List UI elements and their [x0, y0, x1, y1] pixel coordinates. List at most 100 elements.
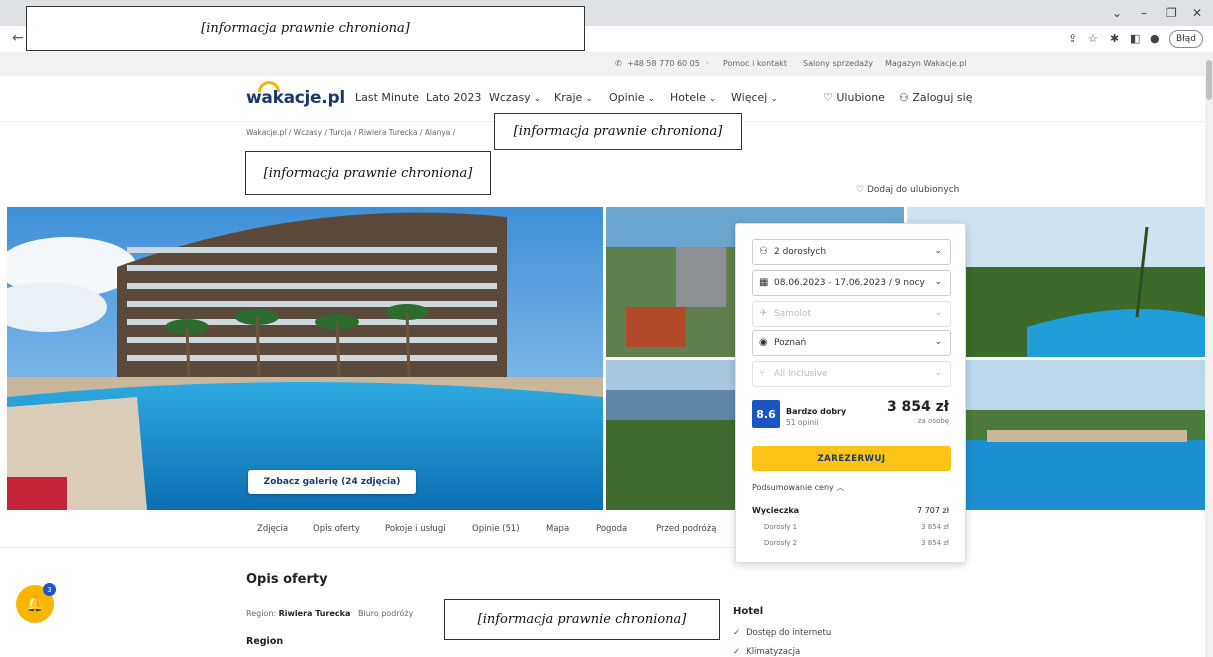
nav-hotele-label: Hotele: [670, 91, 706, 104]
rating-score: 8.6: [752, 400, 780, 428]
amenity-label: Klimatyzacja: [746, 647, 801, 657]
board-value: All Inclusive: [774, 369, 828, 379]
region-value: Riwiera Turecka: [278, 609, 351, 618]
profile-icon[interactable]: ●: [1150, 32, 1160, 45]
heart-icon: ♡: [856, 185, 867, 195]
nav-hotele[interactable]: Hotele ⌄: [670, 91, 716, 104]
maximize-icon[interactable]: ❐: [1166, 6, 1177, 20]
back-arrow-icon[interactable]: ←: [12, 30, 24, 46]
site-logo[interactable]: wakacje.pl: [246, 88, 345, 108]
tab-pokoje[interactable]: Pokoje i usługi: [385, 524, 446, 534]
tab-list-chevron-icon[interactable]: ⌄: [1112, 6, 1122, 20]
nav-wiecej[interactable]: Więcej ⌄: [731, 91, 778, 104]
redacted-body: [informacja prawnie chroniona]: [444, 599, 720, 640]
nav-wczasy-label: Wczasy: [489, 91, 531, 104]
dates-select[interactable]: ▦ 08.06.2023 - 17.06.2023 / 9 nocy ⌄: [752, 270, 951, 296]
chevron-down-icon: ⌄: [708, 94, 717, 104]
persons-select[interactable]: ⚇ 2 dorosłych ⌄: [752, 239, 951, 265]
tab-zdjecia[interactable]: Zdjęcia: [257, 524, 288, 534]
nav-opinie[interactable]: Opinie ⌄: [609, 91, 655, 104]
star-icon[interactable]: ☆: [1088, 32, 1098, 45]
calendar-icon: ▦: [759, 277, 769, 288]
region-label: Region:: [246, 609, 277, 618]
redacted-block: [informacja prawnie chroniona]: [26, 6, 585, 51]
chevron-down-icon: ⌄: [934, 337, 942, 347]
close-icon[interactable]: ✕: [1192, 6, 1202, 20]
nav-opinie-label: Opinie: [609, 91, 645, 104]
tab-przed-podroza[interactable]: Przed podróżą: [656, 524, 716, 534]
chevron-up-icon: ︿: [836, 483, 845, 492]
nav-favorites[interactable]: ♡ Ulubione: [823, 91, 885, 104]
phone-icon: ✆: [615, 59, 622, 68]
dates-value: 08.06.2023 - 17.06.2023 / 9 nocy: [774, 278, 925, 288]
nav-lato-2023[interactable]: Lato 2023: [426, 91, 481, 104]
transport-select: ✈ Samolot ⌄: [752, 301, 951, 327]
scrollbar[interactable]: [1205, 52, 1213, 657]
adult1-price: 3 854 zł: [921, 523, 949, 531]
magazine-link[interactable]: Magazyn Wakacje.pl: [885, 59, 966, 68]
redacted-breadcrumb: [informacja prawnie chroniona]: [494, 113, 742, 150]
booking-panel: ⚇ 2 dorosłych ⌄ ▦ 08.06.2023 - 17.06.202…: [735, 223, 966, 563]
nav-kraje[interactable]: Kraje ⌄: [554, 91, 593, 104]
chevron-down-icon: ⌄: [533, 94, 542, 104]
scrollbar-thumb[interactable]: [1206, 60, 1212, 100]
chevron-down-icon: ⌄: [647, 94, 656, 104]
amenity-item: ✓ Klimatyzacja: [733, 647, 800, 657]
minimize-icon[interactable]: –: [1141, 6, 1147, 20]
chevron-down-icon: ⌄: [934, 308, 942, 318]
tab-pogoda[interactable]: Pogoda: [596, 524, 627, 534]
stores-link[interactable]: Salony sprzedaży: [803, 59, 873, 68]
rating-label: Bardzo dobry: [786, 407, 847, 416]
adult1-label: Dorosły 1: [764, 523, 798, 531]
region-heading: Region: [246, 636, 284, 647]
extensions-icon[interactable]: ✱: [1110, 32, 1119, 45]
tab-mapa[interactable]: Mapa: [546, 524, 569, 534]
nav-wczasy[interactable]: Wczasy ⌄: [489, 91, 541, 104]
persons-value: 2 dorosłych: [774, 247, 827, 257]
transport-value: Samolot: [774, 309, 812, 319]
rating-count[interactable]: 51 opinii: [786, 418, 818, 427]
gallery-button[interactable]: Zobacz galerię (24 zdjęcia): [248, 470, 416, 494]
nav-favorites-label: Ulubione: [836, 91, 885, 104]
photo-gallery[interactable]: [7, 207, 1206, 510]
chevron-down-icon: ⌄: [585, 94, 593, 104]
chevron-down-icon: ⌄: [934, 246, 942, 256]
error-pill[interactable]: Błąd: [1169, 30, 1203, 48]
sidepanel-icon[interactable]: ◧: [1130, 32, 1140, 45]
add-to-favorites-label: Dodaj do ulubionych: [866, 185, 960, 195]
price: 3 854 zł: [886, 399, 949, 415]
chevron-down-icon: ⌄: [934, 368, 942, 378]
tab-opis-oferty[interactable]: Opis oferty: [313, 524, 360, 534]
adult2-price: 3 854 zł: [921, 539, 949, 547]
book-button[interactable]: ZAREZERWUJ: [752, 446, 951, 471]
phone-number[interactable]: +48 58 770 60 05: [627, 59, 700, 68]
nav-login[interactable]: ⚇ Zaloguj się: [899, 91, 972, 104]
price-summary-toggle[interactable]: Podsumowanie ceny ︿: [752, 482, 844, 493]
chevron-down-icon: ⌄: [934, 277, 942, 287]
price-summary-label: Podsumowanie ceny: [752, 483, 834, 492]
adult2-label: Dorosły 2: [764, 539, 798, 547]
trip-total: 7 707 zł: [917, 506, 949, 515]
breadcrumb[interactable]: Wakacje.pl / Wczasy / Turcja / Riwiera T…: [246, 128, 455, 137]
nav-last-minute[interactable]: Last Minute: [355, 91, 419, 104]
nav-login-label: Zaloguj się: [912, 91, 973, 104]
trip-label: Wycieczka: [752, 506, 800, 515]
user-icon: ⚇: [899, 91, 913, 104]
check-icon: ✓: [733, 647, 741, 657]
price-per-person: za osobę: [917, 417, 949, 425]
gallery-main-photo[interactable]: [7, 207, 603, 510]
separator: ·: [706, 59, 709, 68]
add-to-favorites[interactable]: ♡ Dodaj do ulubionych: [856, 185, 959, 195]
departure-select[interactable]: ◉ Poznań ⌄: [752, 330, 951, 356]
check-icon: ✓: [733, 628, 741, 638]
notification-badge: 3: [43, 583, 56, 596]
utility-bar: ✆ +48 58 770 60 05 · Pomoc i kontakt Sal…: [0, 52, 1213, 76]
share-icon[interactable]: ⇪: [1068, 32, 1077, 45]
user-icon: ⚇: [759, 246, 768, 257]
amenity-label: Dostęp do internetu: [746, 628, 832, 638]
tab-opinie[interactable]: Opinie (51): [472, 524, 520, 534]
help-link[interactable]: Pomoc i kontakt: [723, 59, 787, 68]
amenity-item: ✓ Dostęp do internetu: [733, 628, 831, 638]
region-line: Region: Riwiera Turecka Biuro podróży: [246, 609, 413, 618]
heart-icon: ♡: [823, 91, 837, 104]
